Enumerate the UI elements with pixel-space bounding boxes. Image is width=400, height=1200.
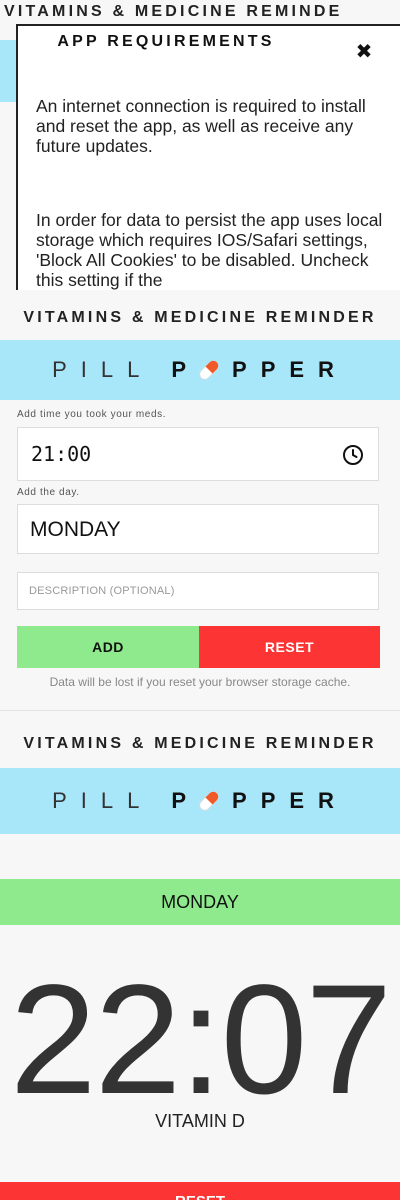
logo-text-pill: PILL xyxy=(52,357,154,382)
screen-reminder: VITAMINS & MEDICINE REMINDER PILL P PPER… xyxy=(0,712,400,1200)
requirements-modal: APP REQUIREMENTS ✖ An internet connectio… xyxy=(16,24,400,290)
description-input[interactable] xyxy=(17,572,379,610)
logo-banner: PILL P PPER xyxy=(0,340,400,400)
logo-text-popper-rest: PPER xyxy=(232,357,348,382)
close-icon[interactable]: ✖ xyxy=(352,40,376,64)
day-field-label: Add the day. xyxy=(17,487,80,498)
time-field-label: Add time you took your meds. xyxy=(17,409,167,420)
modal-paragraph-storage: In order for data to persist the app use… xyxy=(36,210,383,290)
reminder-day-bar: MONDAY xyxy=(0,879,400,925)
app-header-title: VITAMINS & MEDICINE REMINDE xyxy=(4,3,343,20)
reminder-medicine-name: VITAMIN D xyxy=(155,1111,245,1131)
screen-app-requirements: VITAMINS & MEDICINE REMINDE APP REQUIREM… xyxy=(0,0,400,290)
reset-button[interactable]: RESET xyxy=(199,626,380,668)
app-header-title: VITAMINS & MEDICINE REMINDER xyxy=(23,735,377,752)
app-header-title: VITAMINS & MEDICINE REMINDER xyxy=(23,309,377,326)
pill-capsule-icon xyxy=(199,360,219,380)
logo-text-popper-rest: PPER xyxy=(232,788,348,813)
pill-capsule-icon xyxy=(199,791,219,811)
logo-banner: PILL P PPER xyxy=(0,768,400,834)
screen-add-entry: VITAMINS & MEDICINE REMINDER PILL P PPER… xyxy=(0,292,400,711)
reminder-time: 22:07 xyxy=(9,953,392,1127)
pill-popper-logo: PILL P PPER xyxy=(0,768,400,834)
reminder-reset-button[interactable]: RESET xyxy=(0,1182,400,1200)
clock-icon[interactable] xyxy=(342,444,364,466)
day-input[interactable]: MONDAY xyxy=(17,504,379,554)
time-input-value: 21:00 xyxy=(31,442,92,466)
modal-title: APP REQUIREMENTS xyxy=(57,33,275,50)
add-button[interactable]: ADD xyxy=(17,626,199,668)
time-input[interactable]: 21:00 xyxy=(17,427,379,481)
pill-popper-logo: PILL P PPER xyxy=(0,340,400,400)
logo-text-pill: PILL xyxy=(52,788,154,813)
app-page: VITAMINS & MEDICINE REMINDE APP REQUIREM… xyxy=(0,0,400,1200)
day-input-value: MONDAY xyxy=(30,518,121,541)
storage-warning-note: Data will be lost if you reset your brow… xyxy=(49,675,351,689)
modal-paragraph-internet: An internet connection is required to in… xyxy=(36,96,366,156)
